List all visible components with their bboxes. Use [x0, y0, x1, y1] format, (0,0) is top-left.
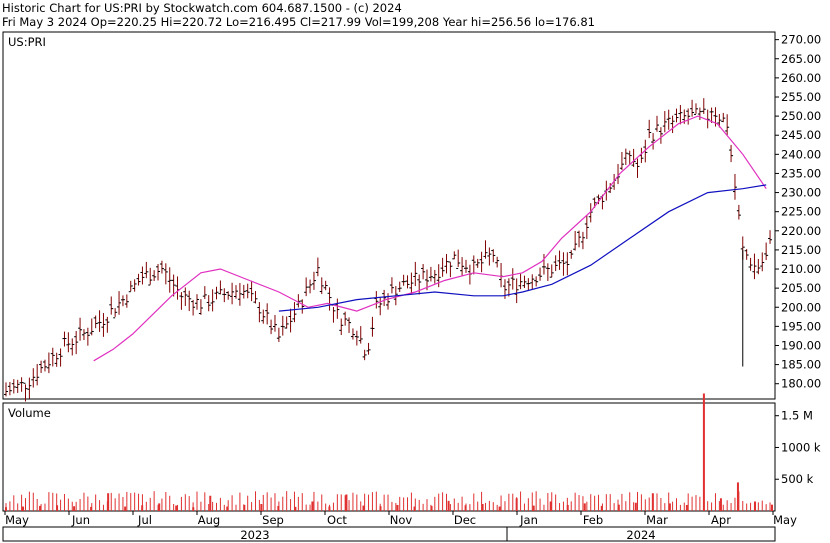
month-tick-label: Dec: [454, 513, 476, 527]
volume-bar: [685, 504, 688, 511]
month-axis: May Jun Jul Aug Sep Oct Nov Dec Jan Feb Mar Apr May: [4, 511, 797, 527]
volume-bar: [22, 506, 25, 511]
volume-tick-label: 500 k: [781, 472, 814, 486]
price-tick-label: 180.00: [781, 377, 821, 391]
price-tick-label: 260.00: [781, 71, 821, 85]
price-tick-label: 200.00: [781, 300, 821, 314]
month-tick-label: Oct: [327, 513, 347, 527]
volume-tick-label: 1000 k: [781, 440, 821, 454]
volume-bar: [634, 502, 637, 511]
price-tick-label: 230.00: [781, 186, 821, 200]
month-tick-label: Feb: [583, 513, 603, 527]
volume-bar: [260, 504, 263, 511]
price-tick-label: 220.00: [781, 224, 821, 238]
price-tick-label: 245.00: [781, 128, 821, 142]
volume-bar: [175, 505, 178, 511]
volume-bar: [209, 495, 212, 511]
price-tick-label: 235.00: [781, 166, 821, 180]
year-axis-frame: [2, 526, 776, 542]
month-tick-label: Sep: [262, 513, 284, 527]
volume-bar: [396, 504, 399, 511]
price-tick-label: 255.00: [781, 90, 821, 104]
short-moving-average: [93, 115, 767, 362]
moving-average-lines: [93, 115, 767, 362]
volume-bar: [532, 505, 535, 511]
volume-bar: [124, 506, 127, 511]
price-tick-label: 205.00: [781, 281, 821, 295]
price-tick-label: 210.00: [781, 262, 821, 276]
year-axis: 2023 2024: [240, 527, 656, 542]
price-tick-label: 215.00: [781, 243, 821, 257]
month-tick-label: May: [773, 513, 797, 527]
price-panel-frame: [2, 31, 776, 400]
volume-bar: [702, 393, 705, 511]
volume-bar: [498, 506, 501, 511]
long-moving-average: [278, 184, 767, 312]
symbol-label: US:PRI: [8, 35, 46, 49]
price-tick-label: 270.00: [781, 33, 821, 47]
volume-title: Volume: [8, 406, 51, 420]
month-tick-label: Mar: [646, 513, 668, 527]
volume-bar: [311, 501, 314, 511]
month-tick-label: Jan: [519, 513, 538, 527]
year-label: 2024: [626, 528, 655, 542]
price-tick-label: 190.00: [781, 338, 821, 352]
year-label: 2023: [240, 528, 269, 542]
stock-chart: US:PRI Volume 270.00 265.00 260.00 255.00 25…: [2, 31, 821, 542]
volume-bar: [771, 504, 773, 511]
volume-axis: 1.5 M 1000 k 500 k: [775, 409, 821, 486]
price-tick-label: 265.00: [781, 52, 821, 66]
price-tick-label: 250.00: [781, 109, 821, 123]
volume-bar: [73, 506, 76, 511]
volume-bar: [719, 498, 722, 511]
month-tick-label: Aug: [198, 513, 220, 527]
month-tick-label: Jun: [71, 513, 90, 527]
price-axis: 270.00 265.00 260.00 255.00 250.00 245.00 240.…: [775, 33, 821, 391]
volume-tick-label: 1.5 M: [781, 409, 813, 423]
price-tick-label: 195.00: [781, 319, 821, 333]
price-tick-label: 240.00: [781, 147, 821, 161]
volume-bars: [5, 393, 773, 511]
price-tick-label: 185.00: [781, 358, 821, 372]
volume-bar: [447, 500, 450, 511]
month-tick-label: Jul: [137, 513, 152, 527]
price-tick-label: 225.00: [781, 205, 821, 219]
month-tick-label: Nov: [390, 513, 413, 527]
price-bars: [4, 98, 773, 402]
month-tick-label: May: [5, 513, 29, 527]
volume-bar: [345, 494, 348, 511]
month-tick-label: Apr: [711, 513, 731, 527]
volume-bar: [583, 503, 586, 511]
